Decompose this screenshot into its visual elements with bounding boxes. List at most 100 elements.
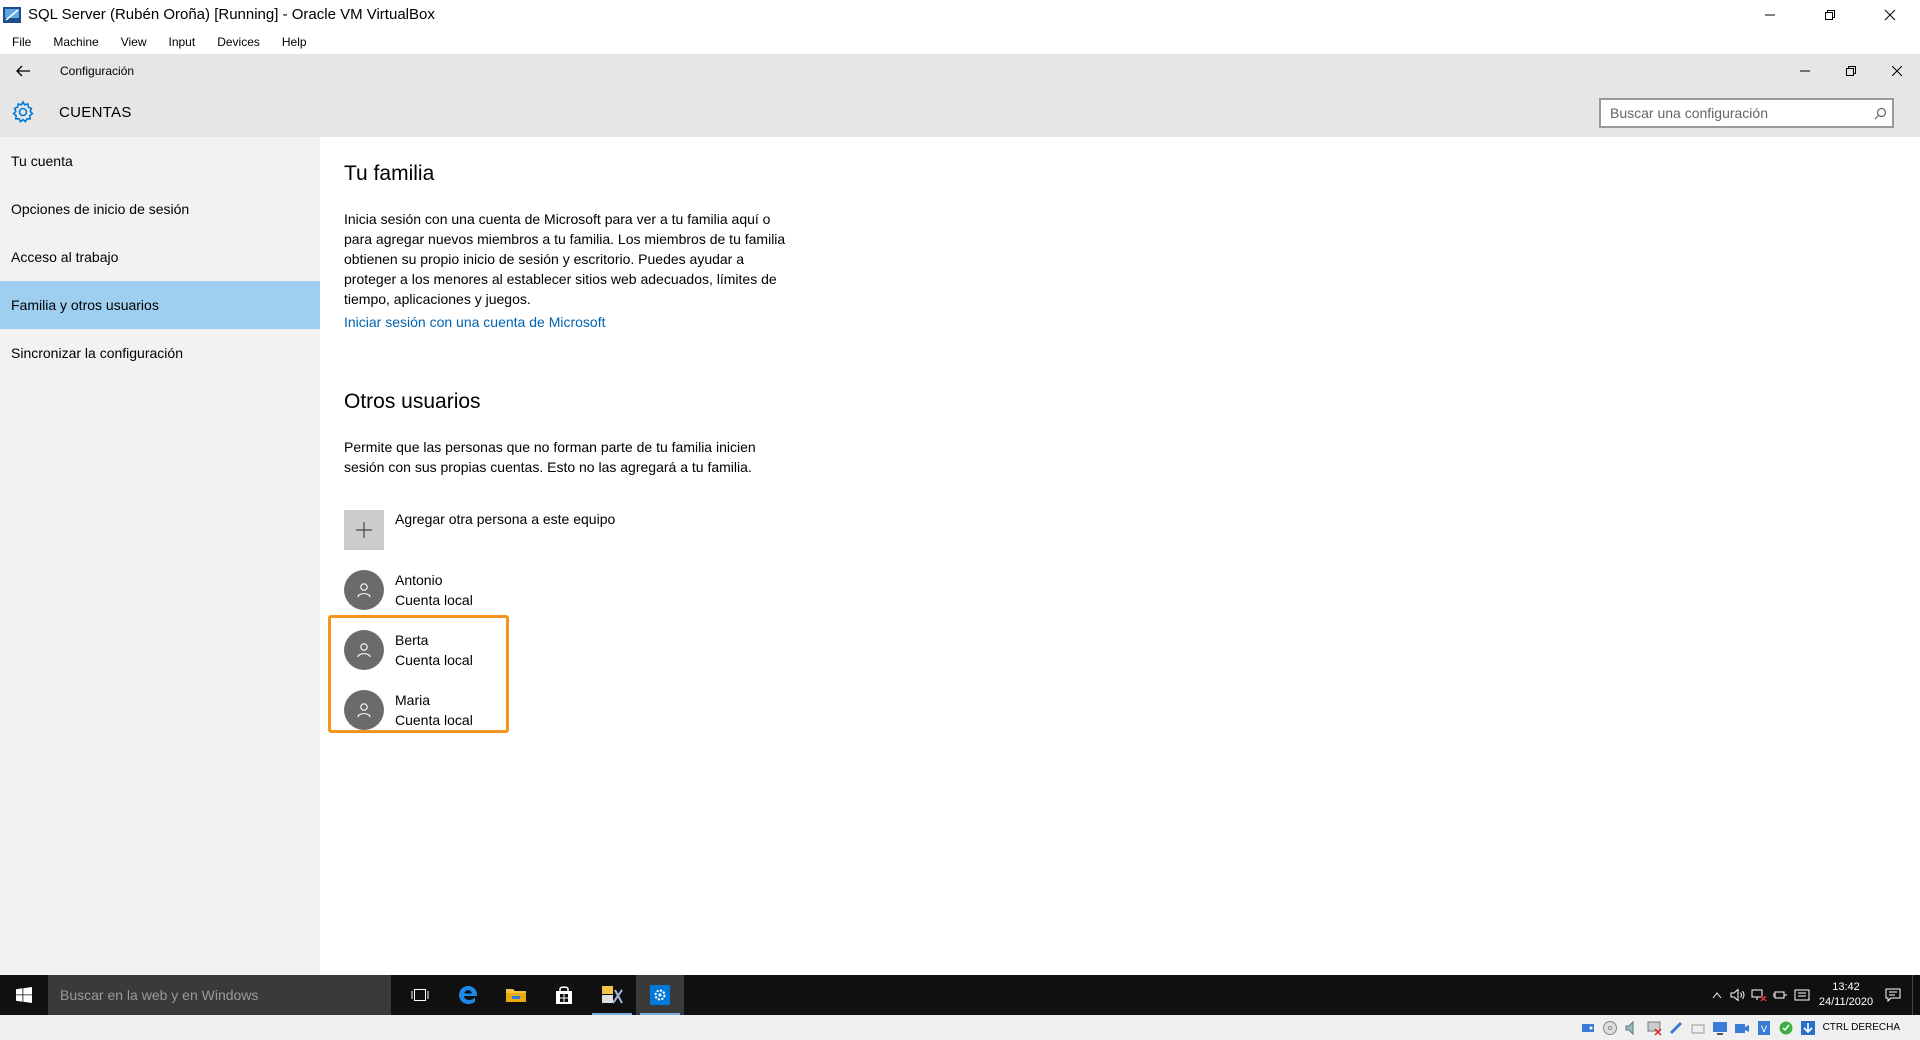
sidebar-item-familia-otros-usuarios[interactable]: Familia y otros usuarios bbox=[0, 281, 320, 329]
restore-icon bbox=[1825, 9, 1835, 20]
start-button[interactable] bbox=[0, 975, 48, 1015]
gear-icon bbox=[0, 87, 46, 137]
other-users-heading: Otros usuarios bbox=[344, 390, 481, 413]
task-view-icon bbox=[411, 989, 429, 1001]
sidebar-item-opciones-inicio-sesion[interactable]: Opciones de inicio de sesión bbox=[0, 185, 320, 233]
power-plug-icon bbox=[1772, 991, 1787, 999]
family-heading: Tu familia bbox=[344, 162, 435, 185]
user-name: Maria bbox=[395, 692, 431, 708]
file-explorer-button[interactable] bbox=[492, 975, 540, 1015]
guest-screen: Configuración CUENTAS Buscar una configu… bbox=[0, 54, 1920, 1015]
settings-app-button[interactable] bbox=[636, 975, 684, 1015]
show-hidden-icons-button[interactable] bbox=[1706, 975, 1727, 1015]
add-person-button[interactable]: Agregar otra persona a este equipo bbox=[344, 510, 615, 550]
folder-icon bbox=[506, 989, 526, 1002]
user-name: Berta bbox=[395, 632, 429, 648]
vbox-titlebar: SQL Server (Rubén Oroña) [Running] - Ora… bbox=[0, 0, 1920, 29]
user-account-type: Cuenta local bbox=[395, 652, 473, 668]
server-tools-button[interactable] bbox=[588, 975, 636, 1015]
display-icon[interactable] bbox=[1711, 1019, 1729, 1037]
vbox-statusbar: V CTRL DERECHA bbox=[0, 1015, 1920, 1040]
edge-browser-button[interactable] bbox=[444, 975, 492, 1015]
hard-disk-icon[interactable] bbox=[1579, 1019, 1597, 1037]
other-users-description: Permite que las personas que no forman p… bbox=[344, 439, 756, 475]
family-description: Inicia sesión con una cuenta de Microsof… bbox=[344, 211, 786, 307]
show-desktop-button[interactable] bbox=[1912, 975, 1920, 1015]
minimize-icon bbox=[1765, 14, 1775, 15]
edge-icon bbox=[459, 986, 478, 1004]
settings-header: CUENTAS bbox=[0, 87, 1920, 137]
keyboard-icon bbox=[1794, 989, 1810, 1001]
sidebar-item-acceso-trabajo[interactable]: Acceso al trabajo bbox=[0, 233, 320, 281]
settings-sidebar: Tu cuenta Opciones de inicio de sesión A… bbox=[0, 137, 320, 1015]
network-adapter-icon[interactable] bbox=[1645, 1019, 1663, 1037]
windows-logo-icon bbox=[16, 987, 32, 1003]
vbox-close-button[interactable] bbox=[1860, 0, 1920, 29]
menu-view[interactable]: View bbox=[113, 35, 155, 49]
menu-devices[interactable]: Devices bbox=[209, 35, 268, 49]
network-disconnected-icon bbox=[1751, 989, 1766, 1002]
vt-x-icon[interactable]: V bbox=[1755, 1019, 1773, 1037]
power-button[interactable] bbox=[1769, 975, 1790, 1015]
settings-minimize-button[interactable] bbox=[1782, 54, 1828, 87]
microsoft-signin-link[interactable]: Iniciar sesión con una cuenta de Microso… bbox=[344, 314, 605, 330]
back-button[interactable] bbox=[0, 54, 46, 87]
action-center-button[interactable] bbox=[1878, 975, 1908, 1015]
notification-icon bbox=[1885, 988, 1901, 1002]
user-item-maria[interactable]: Maria Cuenta local bbox=[344, 690, 473, 730]
vbox-window-title: SQL Server (Rubén Oroña) [Running] - Ora… bbox=[28, 6, 435, 23]
restore-icon bbox=[1846, 65, 1856, 76]
server-tools-icon bbox=[602, 986, 623, 1004]
host-key-label: CTRL DERECHA bbox=[1822, 1022, 1900, 1033]
host-key-arrow-icon[interactable] bbox=[1799, 1019, 1817, 1037]
speaker-icon bbox=[1730, 988, 1744, 1002]
taskbar-search-box[interactable]: Buscar en la web y en Windows bbox=[48, 975, 391, 1015]
user-avatar-icon bbox=[344, 570, 384, 610]
settings-titlebar: Configuración bbox=[0, 54, 1920, 87]
menu-input[interactable]: Input bbox=[161, 35, 204, 49]
settings-search-box[interactable] bbox=[1599, 98, 1894, 128]
search-icon[interactable] bbox=[1868, 107, 1892, 120]
user-item-berta[interactable]: Berta Cuenta local bbox=[344, 630, 473, 670]
shared-folders-icon[interactable] bbox=[1689, 1019, 1707, 1037]
page-title: CUENTAS bbox=[59, 103, 132, 121]
vbox-minimize-button[interactable] bbox=[1740, 0, 1800, 29]
user-avatar-icon bbox=[344, 630, 384, 670]
settings-restore-button[interactable] bbox=[1828, 54, 1874, 87]
usb-icon[interactable] bbox=[1667, 1019, 1685, 1037]
settings-gear-icon bbox=[650, 985, 670, 1005]
add-person-label: Agregar otra persona a este equipo bbox=[395, 511, 616, 527]
ime-button[interactable] bbox=[1790, 975, 1814, 1015]
vbox-menubar: File Machine View Input Devices Help bbox=[0, 29, 1920, 54]
task-view-button[interactable] bbox=[396, 975, 444, 1015]
menu-machine[interactable]: Machine bbox=[45, 35, 106, 49]
close-icon bbox=[1892, 65, 1902, 76]
network-button[interactable] bbox=[1748, 975, 1769, 1015]
settings-search-input[interactable] bbox=[1601, 100, 1868, 126]
settings-close-button[interactable] bbox=[1874, 54, 1920, 87]
back-arrow-icon bbox=[16, 65, 30, 76]
user-item-antonio[interactable]: Antonio Cuenta local bbox=[344, 570, 473, 610]
virtualbox-logo-icon bbox=[3, 6, 21, 23]
plus-icon bbox=[344, 510, 384, 550]
chevron-up-icon bbox=[1712, 992, 1721, 999]
svg-text:V: V bbox=[1760, 1025, 1767, 1035]
menu-file[interactable]: File bbox=[4, 35, 39, 49]
settings-window-title: Configuración bbox=[60, 63, 135, 78]
windows-taskbar: Buscar en la web y en Windows 13:42 24/1… bbox=[0, 975, 1920, 1015]
sidebar-item-sincronizar-configuracion[interactable]: Sincronizar la configuración bbox=[0, 329, 320, 377]
clock-time: 13:42 bbox=[1832, 981, 1860, 993]
store-button[interactable] bbox=[540, 975, 588, 1015]
vbox-restore-button[interactable] bbox=[1800, 0, 1860, 29]
taskbar-clock[interactable]: 13:42 24/11/2020 bbox=[1814, 980, 1878, 1010]
sidebar-item-tu-cuenta[interactable]: Tu cuenta bbox=[0, 137, 320, 185]
menu-help[interactable]: Help bbox=[274, 35, 315, 49]
clock-date: 24/11/2020 bbox=[1818, 996, 1874, 1008]
optical-drive-icon[interactable] bbox=[1601, 1019, 1619, 1037]
guest-additions-icon[interactable] bbox=[1777, 1019, 1795, 1037]
audio-icon[interactable] bbox=[1623, 1019, 1641, 1037]
video-capture-icon[interactable] bbox=[1733, 1019, 1751, 1037]
user-avatar-icon bbox=[344, 690, 384, 730]
volume-button[interactable] bbox=[1727, 975, 1748, 1015]
close-icon bbox=[1884, 9, 1896, 20]
